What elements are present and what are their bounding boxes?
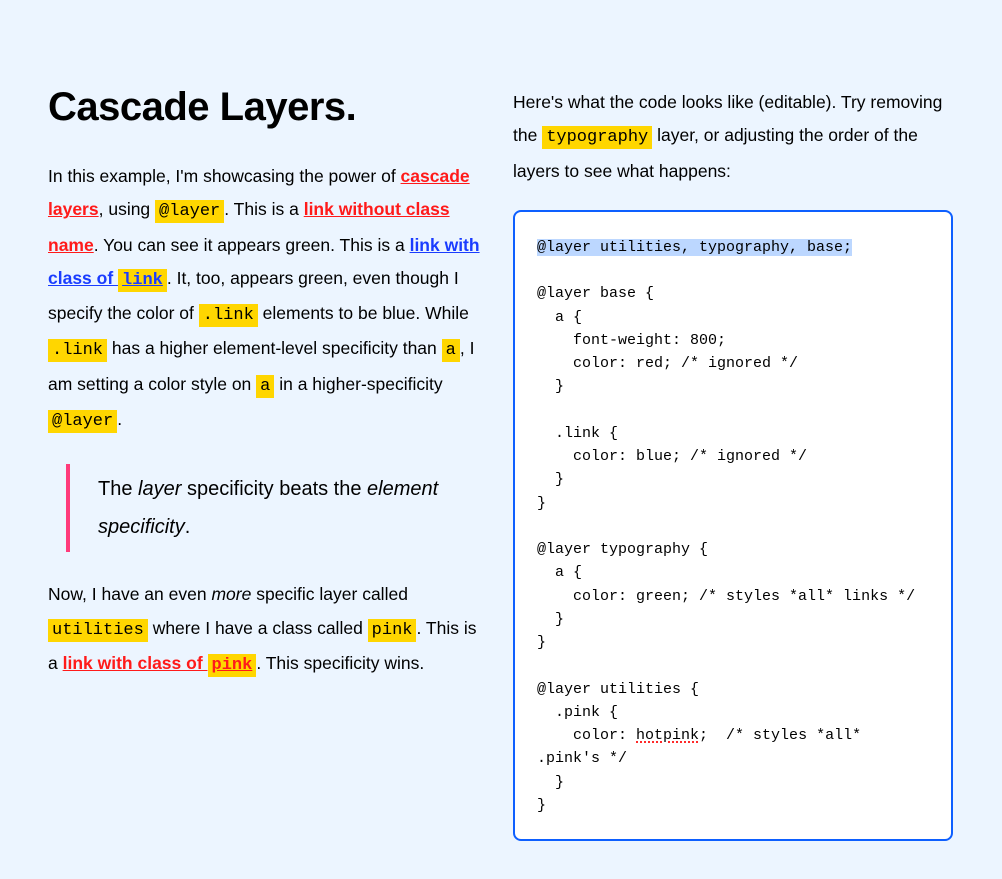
code-content: @layer utilities, typography, base; @lay… — [537, 236, 929, 817]
code-pink: pink — [208, 654, 257, 677]
code-a: a — [256, 375, 274, 398]
right-column: Here's what the code looks like (editabl… — [513, 40, 953, 841]
text: elements to be blue. While — [258, 303, 469, 323]
heading: Cascade Layers. — [48, 85, 483, 130]
text: , using — [99, 199, 155, 219]
code-a: a — [442, 339, 460, 362]
left-column: Cascade Layers. In this example, I'm sho… — [48, 40, 483, 841]
link-text: link with class of — [63, 653, 208, 673]
text: where I have a class called — [148, 618, 368, 638]
code-utilities: utilities — [48, 619, 148, 642]
text: has a higher element-level specificity t… — [107, 338, 442, 358]
paragraph-2: Now, I have an even more specific layer … — [48, 578, 483, 682]
text: . This is a — [224, 199, 303, 219]
text: . You can see it appears green. This is … — [94, 235, 410, 255]
code-editor[interactable]: @layer utilities, typography, base; @lay… — [513, 210, 953, 841]
code-layer: @layer — [155, 200, 224, 223]
page: Cascade Layers. In this example, I'm sho… — [0, 0, 1002, 879]
code-text: @layer base { a { font-weight: 800; colo… — [537, 285, 915, 744]
code-pink: pink — [368, 619, 417, 642]
intro-paragraph: Here's what the code looks like (editabl… — [513, 86, 953, 188]
em-layer: layer — [138, 478, 181, 500]
code-typography: typography — [542, 126, 652, 149]
em-more: more — [211, 584, 251, 604]
text: in a higher-specificity — [274, 374, 442, 394]
text: . This specificity wins. — [256, 653, 424, 673]
paragraph-1: In this example, I'm showcasing the powe… — [48, 160, 483, 438]
text: . — [185, 516, 191, 538]
code-link: link — [118, 269, 167, 292]
text: specificity beats the — [181, 478, 367, 500]
blockquote: The layer specificity beats the element … — [66, 464, 483, 552]
code-dot-link: .link — [48, 339, 107, 362]
text: . — [117, 409, 122, 429]
link-with-class-pink[interactable]: link with class of pink — [63, 653, 257, 673]
selected-line: @layer utilities, typography, base; — [537, 239, 852, 256]
spellcheck-hotpink: hotpink — [636, 727, 699, 744]
code-layer: @layer — [48, 410, 117, 433]
text: specific layer called — [251, 584, 408, 604]
text: The — [98, 478, 138, 500]
code-dot-link: .link — [199, 304, 258, 327]
text: Now, I have an even — [48, 584, 211, 604]
text: In this example, I'm showcasing the powe… — [48, 166, 401, 186]
